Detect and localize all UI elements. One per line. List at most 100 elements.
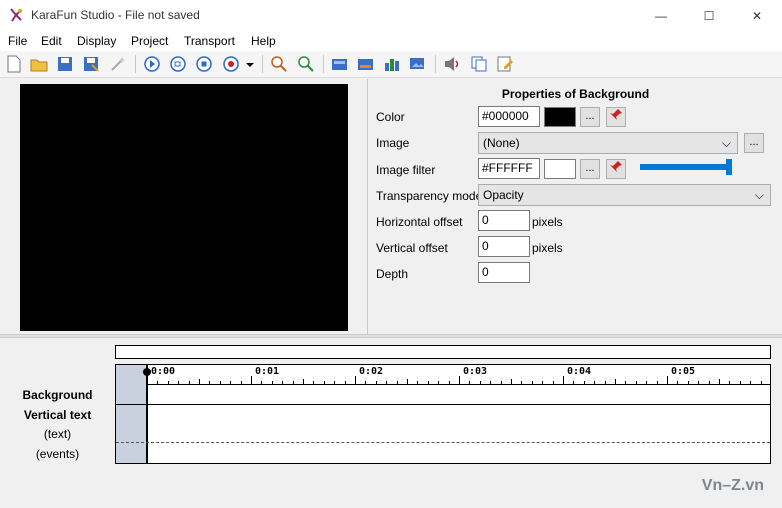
copy-icon[interactable] [470,55,488,73]
record-icon[interactable] [222,55,240,73]
timeline-grid[interactable]: 0:00 0:01 0:02 0:03 0:04 0:05 [115,364,771,464]
image-more-button[interactable]: ... [744,133,764,153]
play-loop-icon[interactable] [169,55,187,73]
transparency-mode-value: Opacity [483,188,524,202]
dropdown-icon[interactable] [244,55,256,73]
filter-slider[interactable] [640,159,732,175]
ruler-minor-tick [344,381,346,384]
color-picker-button[interactable] [606,107,626,127]
filter-slider-fill [640,164,730,170]
playhead[interactable] [146,365,148,463]
ruler-minor-tick [698,381,700,384]
edit-icon[interactable] [496,55,514,73]
new-file-icon[interactable] [5,55,23,73]
tick-label-2: 0:02 [359,366,384,377]
ruler-minor-tick [531,381,533,384]
chevron-down-icon: ⌵ [754,188,764,202]
menu-display[interactable]: Display [77,34,116,48]
ruler-minor-tick [178,381,180,384]
menu-transport[interactable]: Transport [184,34,235,48]
menu-project[interactable]: Project [131,34,168,48]
transparency-mode-select[interactable]: Opacity ⌵ [478,184,771,206]
ruler-minor-tick [542,381,544,384]
ruler-minor-tick [479,381,481,384]
timeline-area: Background Vertical text (text) (events)… [0,338,782,508]
depth-field[interactable]: 0 [478,262,530,283]
ruler-minor-tick [656,381,658,384]
ruler-minor-tick [417,381,419,384]
ruler-minor-tick [167,381,169,384]
playhead-marker[interactable] [143,368,151,376]
ruler-minor-tick [313,381,315,384]
ruler-minor-tick [739,381,741,384]
ruler-minor-tick [375,381,377,384]
track-label-background[interactable]: Background [0,388,115,402]
save-icon[interactable] [56,55,74,73]
add-block-icon[interactable] [331,55,349,73]
image-label: Image [376,136,410,150]
image-filter-picker-button[interactable] [606,159,626,179]
ruler-minor-tick [521,381,523,384]
ruler-minor-tick [729,381,731,384]
ruler-minor-tick [282,381,284,384]
ruler-minor-tick [427,381,429,384]
ruler-minor-tick [719,379,720,384]
menu-file[interactable]: File [8,34,27,48]
properties-pane: Properties of Background Color #000000 .… [369,79,782,334]
add-image-icon[interactable] [409,55,427,73]
volume-icon[interactable] [443,55,461,73]
timeline-gutter [116,365,147,463]
save-as-icon[interactable] [82,55,100,73]
zoom-in-icon[interactable] [270,55,288,73]
track-label-vertical-text[interactable]: Vertical text [0,408,115,422]
zoom-out-icon[interactable] [297,55,315,73]
ruler-major-tick [563,376,564,384]
wizard-icon[interactable] [109,55,127,73]
ruler-major-tick [667,376,668,384]
time-ruler[interactable]: 0:00 0:01 0:02 0:03 0:04 0:05 [147,365,770,385]
open-folder-icon[interactable] [30,55,48,73]
menu-help[interactable]: Help [251,34,276,48]
ruler-minor-tick [687,381,689,384]
ruler-minor-tick [230,381,232,384]
ruler-minor-tick [271,381,273,384]
ruler-minor-tick [323,381,325,384]
image-filter-field[interactable]: #FFFFFF [478,158,540,179]
ruler-minor-tick [500,381,502,384]
maximize-button[interactable]: ☐ [686,0,732,31]
ruler-minor-tick [708,381,710,384]
image-select[interactable]: (None) ⌵ [478,132,738,154]
ruler-minor-tick [292,381,294,384]
color-more-button[interactable]: ... [580,107,600,127]
image-filter-swatch[interactable] [544,159,576,179]
timeline-scrollbar[interactable] [115,345,771,359]
menu-edit[interactable]: Edit [41,34,62,48]
color-swatch[interactable] [544,107,576,127]
image-select-value: (None) [483,136,520,150]
filter-slider-thumb[interactable] [726,159,732,175]
image-filter-more-button[interactable]: ... [580,159,600,179]
vertical-offset-label: Vertical offset [376,241,448,255]
vertical-offset-unit: pixels [532,241,563,255]
ruler-minor-tick [407,379,408,384]
add-block-2-icon[interactable] [357,55,375,73]
video-preview[interactable] [20,84,348,331]
ruler-minor-tick [396,381,398,384]
horizontal-offset-field[interactable]: 0 [478,210,530,231]
color-field[interactable]: #000000 [478,106,540,127]
minimize-button[interactable]: — [638,0,684,31]
toolbar-separator [323,55,324,73]
ruler-minor-tick [209,381,211,384]
ruler-minor-tick [448,381,450,384]
stop-icon[interactable] [195,55,213,73]
vertical-offset-field[interactable]: 0 [478,236,530,257]
horizontal-offset-label: Horizontal offset [376,215,463,229]
add-chart-icon[interactable] [383,55,401,73]
tick-label-0: 0:00 [151,366,176,377]
toolbar [0,51,782,78]
tick-label-1: 0:01 [255,366,280,377]
close-button[interactable]: ✕ [734,0,780,31]
watermark: Vn–Z.vn [701,477,764,494]
play-icon[interactable] [143,55,161,73]
ruler-minor-tick [188,381,190,384]
